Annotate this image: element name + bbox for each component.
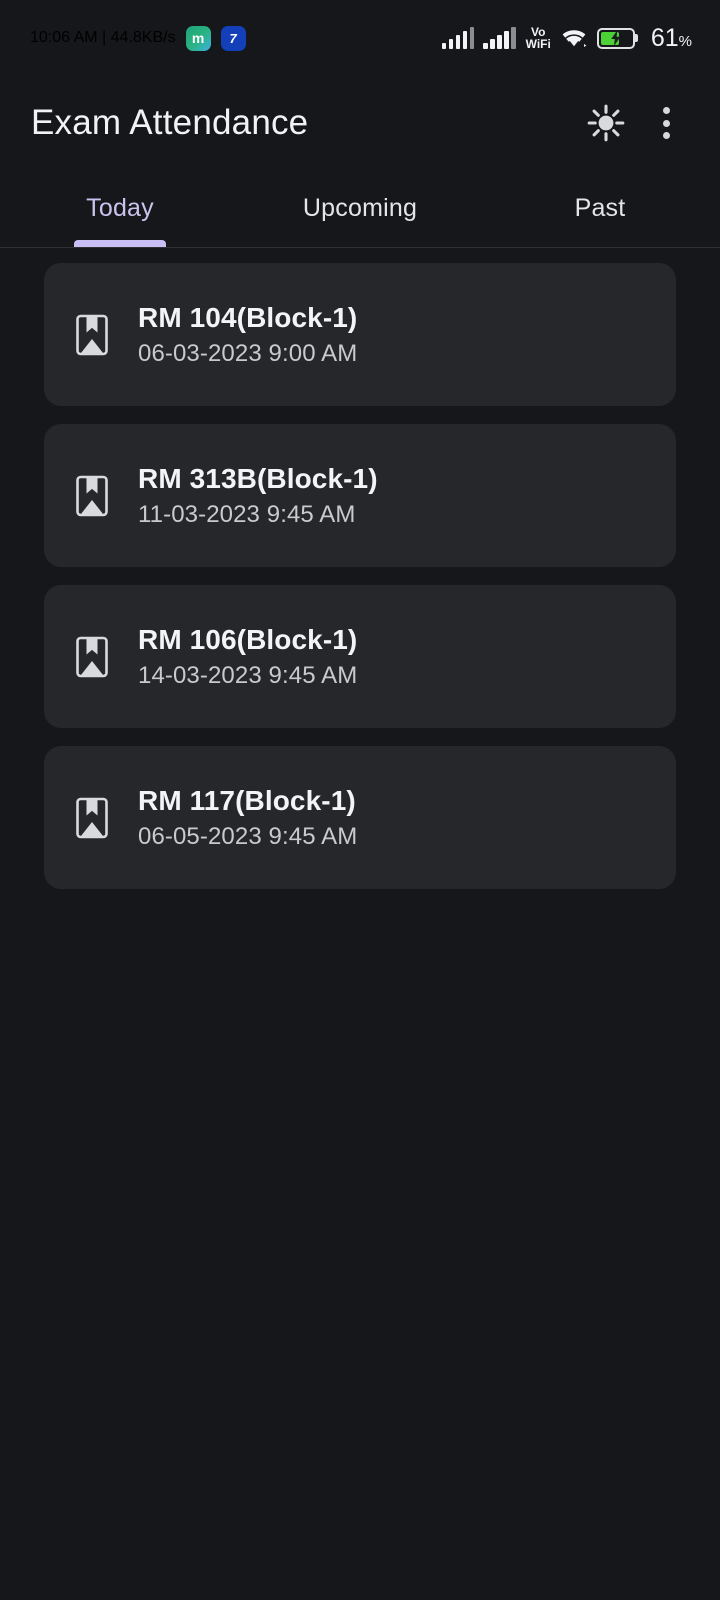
brightness-icon bbox=[586, 103, 626, 143]
tab-bar: Today Upcoming Past bbox=[0, 170, 720, 248]
exam-card-text: RM 106(Block-1) 14-03-2023 9:45 AM bbox=[138, 624, 357, 690]
charging-bolt-icon bbox=[611, 30, 621, 46]
exam-datetime-label: 11-03-2023 9:45 AM bbox=[138, 500, 356, 528]
battery-percentage-value: 61 bbox=[650, 23, 679, 52]
tab-past[interactable]: Past bbox=[480, 170, 720, 247]
exam-room-label: RM 313B(Block-1) bbox=[138, 462, 378, 494]
tab-today-label: Today bbox=[86, 194, 154, 222]
book-bookmark-icon bbox=[72, 635, 112, 679]
exam-room-label: RM 104(Block-1) bbox=[138, 301, 358, 333]
book-bookmark-icon bbox=[72, 474, 112, 518]
exam-room-label: RM 117(Block-1) bbox=[138, 784, 356, 816]
status-bar: 10:06 AM | 44.8KB/s m 7 Vo WiFi 61% bbox=[0, 0, 720, 76]
exam-list-item[interactable]: RM 106(Block-1) 14-03-2023 9:45 AM bbox=[44, 585, 676, 728]
battery-charging-icon bbox=[596, 27, 635, 49]
exam-list: RM 104(Block-1) 06-03-2023 9:00 AM RM 31… bbox=[0, 248, 720, 1600]
exam-datetime-label: 06-03-2023 9:00 AM bbox=[138, 339, 358, 367]
brightness-toggle-button[interactable] bbox=[576, 93, 636, 153]
exam-card-text: RM 117(Block-1) 06-05-2023 9:45 AM bbox=[138, 785, 357, 851]
tab-past-label: Past bbox=[574, 194, 626, 222]
exam-datetime-label: 14-03-2023 9:45 AM bbox=[138, 661, 358, 689]
phone-screen: 10:06 AM | 44.8KB/s m 7 Vo WiFi 61% Exam… bbox=[0, 0, 720, 1600]
app-badge-icon: 7 bbox=[220, 25, 246, 51]
status-clock: 10:06 AM | 44.8KB/s bbox=[30, 29, 176, 46]
wifi-icon bbox=[560, 27, 588, 49]
exam-card-text: RM 313B(Block-1) 11-03-2023 9:45 AM bbox=[138, 463, 378, 529]
tab-today[interactable]: Today bbox=[0, 170, 240, 247]
page-title: Exam Attendance bbox=[31, 103, 309, 142]
book-bookmark-icon bbox=[72, 796, 112, 840]
exam-datetime-label: 06-05-2023 9:45 AM bbox=[138, 822, 358, 850]
overflow-menu-icon bbox=[662, 107, 670, 139]
tab-active-indicator bbox=[74, 240, 166, 247]
signal-bars-icon-sim1 bbox=[441, 27, 475, 49]
exam-list-item[interactable]: RM 104(Block-1) 06-03-2023 9:00 AM bbox=[44, 263, 676, 406]
messenger-badge-icon: m bbox=[185, 25, 211, 51]
volte-wifi-icon: Vo WiFi bbox=[526, 26, 551, 50]
volte-label-bottom: WiFi bbox=[525, 37, 551, 51]
tab-upcoming[interactable]: Upcoming bbox=[240, 170, 480, 247]
overflow-menu-button[interactable] bbox=[636, 93, 696, 153]
exam-room-label: RM 106(Block-1) bbox=[138, 623, 358, 655]
exam-card-text: RM 104(Block-1) 06-03-2023 9:00 AM bbox=[138, 302, 357, 368]
tab-upcoming-label: Upcoming bbox=[302, 194, 418, 222]
app-bar: Exam Attendance bbox=[0, 76, 720, 170]
messenger-badge-glyph: m bbox=[191, 30, 205, 46]
book-bookmark-icon bbox=[72, 313, 112, 357]
battery-percentage-sign: % bbox=[678, 32, 692, 50]
exam-list-item[interactable]: RM 117(Block-1) 06-05-2023 9:45 AM bbox=[44, 746, 676, 889]
signal-bars-icon-sim2 bbox=[483, 27, 516, 49]
exam-list-item[interactable]: RM 313B(Block-1) 11-03-2023 9:45 AM bbox=[44, 424, 676, 567]
battery-percentage: 61% bbox=[651, 24, 692, 53]
status-bar-left: 10:06 AM | 44.8KB/s m 7 bbox=[30, 25, 246, 51]
status-bar-right: Vo WiFi 61% bbox=[441, 24, 692, 53]
app-badge-glyph: 7 bbox=[229, 30, 237, 46]
